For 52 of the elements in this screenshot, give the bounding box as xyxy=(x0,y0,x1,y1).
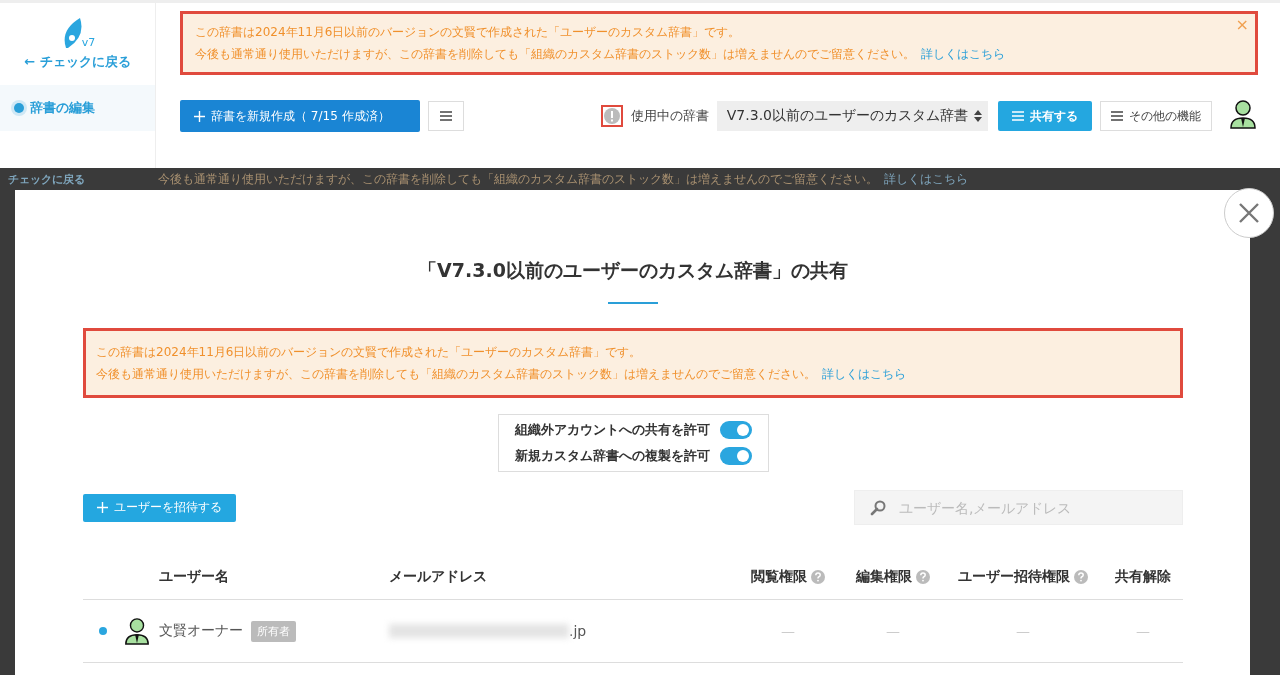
share-button[interactable]: 共有する xyxy=(998,101,1092,131)
dictionary-label: 使用中の辞書 xyxy=(630,107,709,125)
notice-text: この辞書は2024年11月6日以前のバージョンの文賢で作成された「ユーザーのカスタム辞書」です。 xyxy=(96,344,643,361)
details-link[interactable]: 詳しくはこちら xyxy=(822,367,906,381)
help-icon[interactable] xyxy=(811,570,825,584)
menu-button[interactable] xyxy=(427,101,464,131)
plus-icon xyxy=(97,502,108,513)
column-header: ユーザー招待権限 xyxy=(958,568,1070,586)
help-icon[interactable] xyxy=(1074,570,1088,584)
logo-version: v7 xyxy=(81,36,96,49)
back-link[interactable]: ← チェックに戻る xyxy=(0,53,155,71)
user-name: 文賢オーナー xyxy=(159,622,243,640)
close-button[interactable] xyxy=(1224,188,1274,238)
toggle-switch[interactable] xyxy=(719,447,752,465)
notice-text: 今後も通常通り使用いただけますが、この辞書を削除しても「組織のカスタム辞書のストック数」は増えませんのでご留意ください。 詳しくはこちら xyxy=(195,46,1006,63)
table-cell: — xyxy=(781,623,795,639)
column-header: ユーザー名 xyxy=(159,568,229,586)
menu-icon xyxy=(1012,111,1024,121)
user-avatar-icon xyxy=(1228,99,1258,129)
table-cell: — xyxy=(886,623,900,639)
column-header: 閲覧権限 xyxy=(751,568,807,586)
plus-icon xyxy=(194,110,205,122)
setting-label: 新規カスタム辞書への複製を許可 xyxy=(514,447,710,465)
dimmed-notice-text: 今後も通常通り使用いただけますが、この辞書を削除しても「組織のカスタム辞書のストック数」は増えませんのでご留意ください。 xyxy=(158,170,878,188)
table-cell: — xyxy=(1136,623,1150,639)
email-text: .jp xyxy=(569,623,587,639)
close-icon xyxy=(1238,202,1260,224)
invite-user-button[interactable]: ユーザーを招待する xyxy=(83,493,236,522)
dictionary-select[interactable]: V7.3.0以前のユーザーのカスタム辞書 xyxy=(716,101,988,131)
menu-icon xyxy=(439,111,452,121)
column-header: 共有解除 xyxy=(1115,568,1171,586)
menu-icon xyxy=(1111,111,1123,121)
help-icon[interactable] xyxy=(916,570,930,584)
search-icon xyxy=(870,500,886,516)
sort-caret-icon xyxy=(974,110,982,122)
notice-text: この辞書は2024年11月6日以前のバージョンの文賢で作成された「ユーザーのカスタム辞書」です。 xyxy=(195,24,742,41)
table-cell: — xyxy=(1016,623,1030,639)
dialog-title: 「V7.3.0以前のユーザーのカスタム辞書」の共有 xyxy=(417,258,849,283)
notice-text: 今後も通常通り使用いただけますが、この辞書を削除しても「組織のカスタム辞書のストック数」は増えませんのでご留意ください。 詳しくはこちら xyxy=(96,366,907,383)
close-button[interactable]: × xyxy=(1235,14,1249,36)
user-avatar-icon xyxy=(123,617,151,645)
warning-icon xyxy=(603,108,620,124)
new-dictionary-button[interactable]: 辞書を新規作成（ 7/15 作成済） xyxy=(180,100,420,132)
details-link[interactable]: 詳しくはこちら xyxy=(921,47,1005,61)
owner-badge: 所有者 xyxy=(251,620,296,642)
warning-button[interactable] xyxy=(600,105,623,127)
column-header: 編集権限 xyxy=(856,568,912,586)
toggle-switch[interactable] xyxy=(719,421,752,439)
column-header: メールアドレス xyxy=(389,568,487,586)
more-features-button[interactable]: その他の機能 xyxy=(1100,101,1212,131)
setting-label: 組織外アカウントへの共有を許可 xyxy=(514,421,710,439)
sidebar-item[interactable]: 辞書の編集 xyxy=(0,85,155,131)
